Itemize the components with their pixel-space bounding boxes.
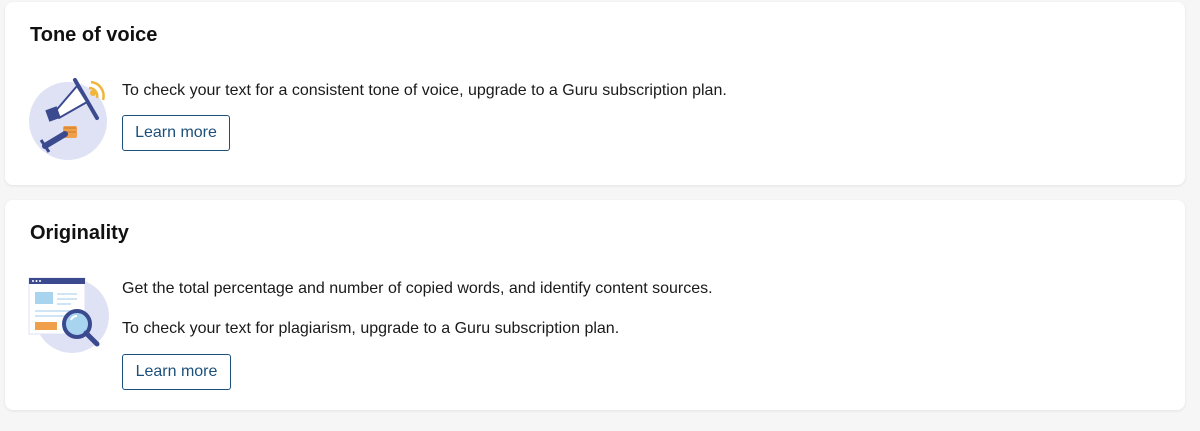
tone-learn-more-button[interactable]: Learn more	[122, 115, 230, 151]
originality-description: Get the total percentage and number of c…	[122, 280, 713, 297]
megaphone-icon	[27, 76, 109, 167]
originality-card: Originality Get the total percentage and…	[5, 200, 1185, 410]
tone-of-voice-title: Tone of voice	[30, 24, 158, 46]
originality-learn-more-button[interactable]: Learn more	[122, 354, 231, 390]
originality-title: Originality	[30, 222, 129, 244]
tone-of-voice-description: To check your text for a consistent tone…	[122, 82, 727, 99]
document-magnifier-icon	[27, 274, 113, 361]
tone-of-voice-card: Tone of voice To check your text for a c…	[5, 2, 1185, 185]
originality-upgrade-text: To check your text for plagiarism, upgra…	[122, 320, 620, 337]
